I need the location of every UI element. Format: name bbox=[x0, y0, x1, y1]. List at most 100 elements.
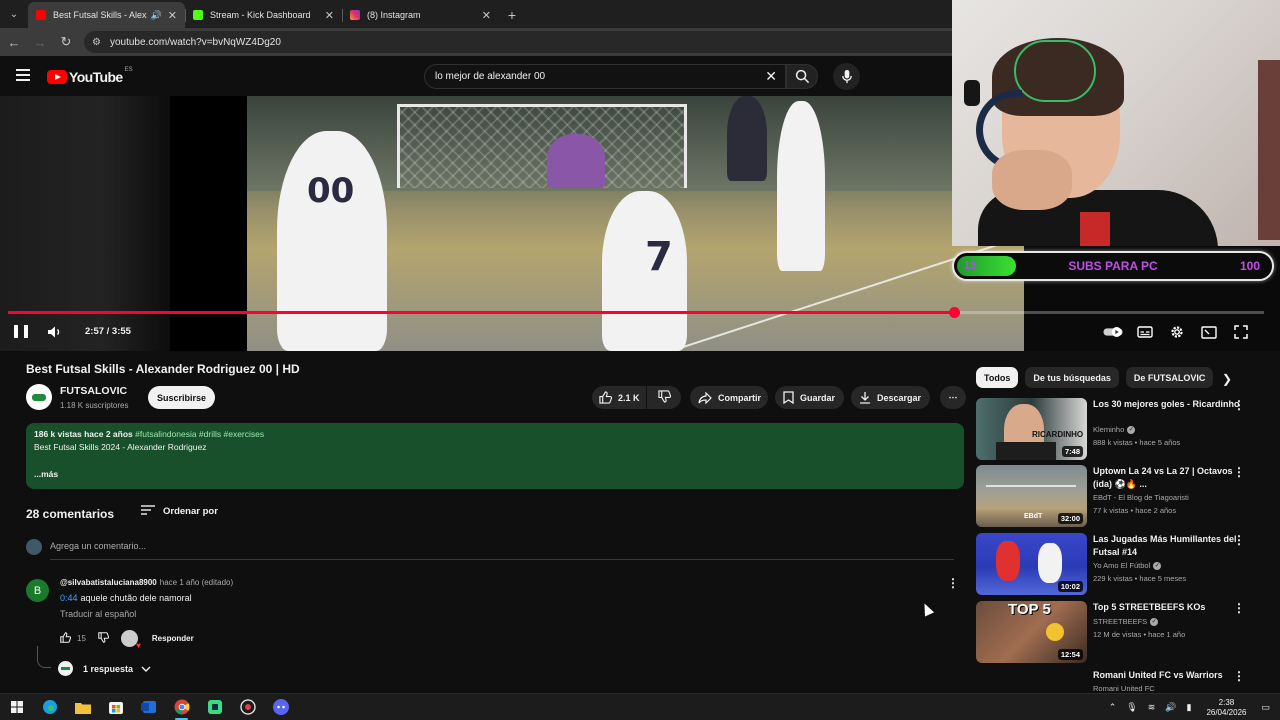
menu-icon[interactable] bbox=[16, 69, 30, 81]
comment-author[interactable]: @silvabatistaluciana8900 bbox=[60, 578, 157, 587]
logo-text: YouTube bbox=[69, 69, 123, 85]
comment-dislike-icon[interactable] bbox=[98, 632, 110, 645]
recommendation-item[interactable]: 10:02 Las Jugadas Más Humillantes del Fu… bbox=[976, 533, 1266, 595]
recommendation-item[interactable]: Romani United FC vs Warriors Romani Unit… bbox=[976, 669, 1266, 693]
settings-gear-icon[interactable] bbox=[1167, 322, 1187, 342]
recommendation-item[interactable]: TOP 5 12:54 Top 5 STREETBEEFS KOs STREET… bbox=[976, 601, 1266, 663]
miniplayer-icon[interactable] bbox=[1199, 322, 1219, 342]
youtube-logo[interactable]: YouTube ES bbox=[47, 67, 133, 85]
hashtags[interactable]: #futsalindonesia #drills #exercises bbox=[135, 429, 264, 439]
show-more-link[interactable]: ...más bbox=[34, 469, 956, 479]
save-button[interactable]: Guardar bbox=[775, 386, 844, 409]
chevron-up-icon[interactable]: ⌃ bbox=[1109, 702, 1117, 713]
tab-close-icon[interactable]: ✕ bbox=[325, 9, 334, 22]
search-input[interactable]: lo mejor de alexander 00 ✕ bbox=[424, 64, 786, 89]
search-button[interactable] bbox=[786, 64, 818, 89]
recommendation-item[interactable]: EBdT 32:00 Uptown La 24 vs La 27 | Octav… bbox=[976, 465, 1266, 527]
dislike-button[interactable] bbox=[647, 386, 681, 409]
recommendation-title[interactable]: Romani United FC vs Warriors bbox=[1093, 669, 1243, 682]
recommendation-title[interactable]: Top 5 STREETBEEFS KOs bbox=[1093, 601, 1243, 614]
new-tab-button[interactable]: + bbox=[499, 2, 525, 28]
volume-icon[interactable] bbox=[47, 325, 63, 339]
forward-icon[interactable]: → bbox=[28, 30, 52, 54]
tab-close-icon[interactable]: ✕ bbox=[482, 9, 491, 22]
recommendation-title[interactable]: Los 30 mejores goles - Ricardinho bbox=[1093, 398, 1243, 411]
tab-instagram[interactable]: (8) Instagram ✕ bbox=[342, 2, 499, 28]
chip-from-channel[interactable]: De FUTSALOVIC bbox=[1125, 367, 1214, 388]
recommendation-title[interactable]: Uptown La 24 vs La 27 | Octavos (ida) ⚽🔥… bbox=[1093, 465, 1243, 490]
reload-icon[interactable]: ↻ bbox=[54, 30, 78, 54]
windows-start-icon[interactable] bbox=[0, 694, 33, 720]
tab-kick[interactable]: Stream - Kick Dashboard ✕ bbox=[185, 2, 342, 28]
share-button[interactable]: Compartir bbox=[690, 386, 768, 409]
battery-icon[interactable]: ▮ bbox=[1186, 702, 1191, 713]
recommendation-channel[interactable]: EBdT - El Blog de Tiagoaristi bbox=[1093, 493, 1189, 502]
subtitles-icon[interactable] bbox=[1135, 322, 1155, 342]
channel-avatar[interactable] bbox=[26, 384, 52, 410]
recommendation-more-icon[interactable]: ⋮ bbox=[1233, 533, 1245, 547]
android-studio-icon[interactable] bbox=[198, 694, 231, 720]
recommendation-more-icon[interactable]: ⋮ bbox=[1233, 465, 1245, 479]
recommendation-title[interactable]: Las Jugadas Más Humillantes del Futsal #… bbox=[1093, 533, 1243, 558]
video-thumbnail[interactable]: EBdT 32:00 bbox=[976, 465, 1087, 527]
pause-icon[interactable] bbox=[14, 325, 28, 339]
video-thumbnail[interactable]: TOP 5 12:54 bbox=[976, 601, 1087, 663]
discord-icon[interactable] bbox=[264, 694, 297, 720]
store-icon[interactable] bbox=[99, 694, 132, 720]
recommendation-channel[interactable]: STREETBEEFS bbox=[1093, 617, 1147, 626]
like-button[interactable]: 2.1 K bbox=[592, 386, 646, 409]
chip-from-searches[interactable]: De tus búsquedas bbox=[1025, 367, 1119, 388]
comment-more-icon[interactable]: ⋮ bbox=[947, 576, 959, 590]
comment-timestamp-link[interactable]: 0:44 bbox=[60, 593, 78, 603]
sort-comments-button[interactable]: Ordenar por bbox=[141, 505, 218, 518]
site-info-icon[interactable]: ⚙ bbox=[92, 37, 101, 48]
url-field[interactable]: ⚙ youtube.com/watch?v=bvNqWZ4Dg20 bbox=[84, 31, 952, 53]
network-icon[interactable]: ≋ bbox=[1148, 702, 1156, 713]
more-actions-button[interactable]: ⋯ bbox=[940, 386, 966, 409]
autoplay-toggle-icon[interactable] bbox=[1103, 322, 1123, 342]
obs-icon[interactable] bbox=[231, 694, 264, 720]
add-comment-input[interactable]: Agrega un comentario... bbox=[50, 541, 954, 560]
outlook-icon[interactable] bbox=[132, 694, 165, 720]
clear-search-icon[interactable]: ✕ bbox=[765, 68, 777, 85]
notifications-icon[interactable]: ▭ bbox=[1261, 702, 1270, 713]
recommendation-channel[interactable]: Romani United FC bbox=[1093, 684, 1155, 693]
tab-audio-icon[interactable]: 🔊 bbox=[151, 10, 162, 21]
video-thumbnail[interactable]: RICARDINHO 7:48 bbox=[976, 398, 1087, 460]
tab-youtube[interactable]: Best Futsal Skills - Alexander 🔊 ✕ bbox=[28, 2, 185, 28]
recommendation-item[interactable]: RICARDINHO 7:48 Los 30 mejores goles - R… bbox=[976, 398, 1266, 460]
download-button[interactable]: Descargar bbox=[851, 386, 930, 409]
reply-button[interactable]: Responder bbox=[152, 634, 194, 643]
tab-close-icon[interactable]: ✕ bbox=[168, 9, 177, 22]
chrome-icon[interactable] bbox=[165, 694, 198, 720]
view-replies-button[interactable]: 1 respuesta bbox=[58, 661, 151, 676]
recommendation-more-icon[interactable]: ⋮ bbox=[1233, 669, 1245, 683]
tab-search-icon[interactable]: ⌄ bbox=[0, 0, 28, 28]
recommendation-more-icon[interactable]: ⋮ bbox=[1233, 398, 1245, 412]
chip-all[interactable]: Todos bbox=[976, 367, 1019, 388]
chevron-right-icon[interactable]: ❯ bbox=[1222, 372, 1232, 386]
translate-link[interactable]: Traducir al español bbox=[60, 609, 136, 619]
clock-time: 2:38 bbox=[1218, 697, 1235, 707]
progress-scrubber[interactable] bbox=[949, 307, 961, 318]
subscribe-button[interactable]: Suscribirse bbox=[148, 386, 215, 409]
edge-icon[interactable] bbox=[33, 694, 66, 720]
comment-time[interactable]: hace 1 año (editado) bbox=[160, 578, 233, 587]
comment-avatar[interactable]: B bbox=[26, 579, 49, 602]
file-explorer-icon[interactable] bbox=[66, 694, 99, 720]
volume-icon[interactable]: 🔊 bbox=[1165, 702, 1176, 713]
recommendation-more-icon[interactable]: ⋮ bbox=[1233, 601, 1245, 615]
recommendation-channel-line: Kleminho ✓ bbox=[1093, 425, 1136, 435]
microphone-icon[interactable]: 🎙 bbox=[1126, 702, 1137, 713]
channel-name[interactable]: FUTSALOVIC bbox=[60, 385, 127, 397]
recommendation-channel[interactable]: Yo Amo El Fútbol bbox=[1093, 561, 1150, 570]
comment-like-icon[interactable] bbox=[60, 632, 72, 645]
back-icon[interactable]: ← bbox=[2, 30, 26, 54]
voice-search-button[interactable] bbox=[833, 63, 860, 90]
video-progress-bar[interactable] bbox=[8, 307, 1264, 318]
recommendation-channel[interactable]: Kleminho bbox=[1093, 425, 1124, 434]
fullscreen-icon[interactable] bbox=[1231, 322, 1251, 342]
description-box[interactable]: 186 k vistas hace 2 años #futsalindonesi… bbox=[26, 423, 964, 489]
video-thumbnail[interactable]: 10:02 bbox=[976, 533, 1087, 595]
system-clock[interactable]: 2:38 26/04/2026 bbox=[1206, 698, 1246, 718]
